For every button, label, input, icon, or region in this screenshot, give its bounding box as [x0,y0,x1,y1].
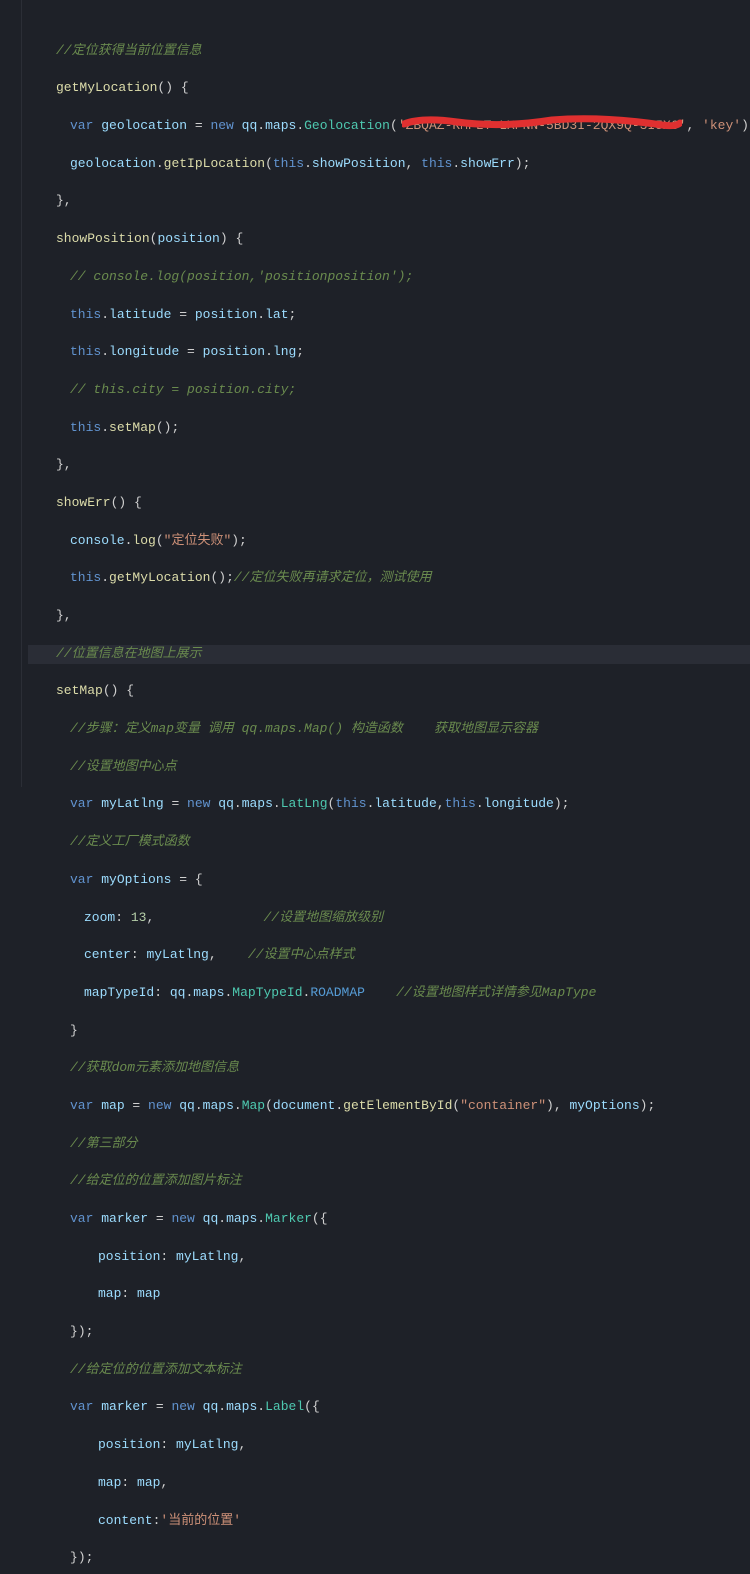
code-line: var map = new qq.maps.Map(document.getEl… [28,1097,750,1116]
fn-showPosition: showPosition [56,231,150,246]
fn-showErr: showErr [56,495,111,510]
editor-root: //定位获得当前位置信息 getMyLocation() { var geolo… [0,0,750,787]
code-line: this.longitude = position.lng; [28,343,750,362]
code-line: var geolocation = new qq.maps.Geolocatio… [28,117,750,136]
code-line: this.getMyLocation();//定位失败再请求定位，测试使用 [28,569,750,588]
code-line: map: map, [28,1474,750,1493]
code-line: } [28,1022,750,1041]
code-line: //设置地图中心点 [28,758,750,777]
code-line: }, [28,607,750,626]
code-line: //获取dom元素添加地图信息 [28,1059,750,1078]
code-line: map: map [28,1285,750,1304]
code-line: // this.city = position.city; [28,381,750,400]
code-line: zoom: 13, //设置地图缩放级别 [28,909,750,928]
code-line: position: myLatlng, [28,1248,750,1267]
code-line: this.setMap(); [28,419,750,438]
redacted-api-key: ZBQAZ-RMPLT-LXPNN-5BD3I-2QX9Q-3I5X6 [406,117,679,136]
code-line: //步骤：定义map变量 调用 qq.maps.Map() 构造函数 获取地图显… [28,720,750,739]
code-line-active: //位置信息在地图上展示 [28,645,750,664]
code-line: position: myLatlng, [28,1436,750,1455]
gutter [0,0,22,787]
fn-getMyLocation: getMyLocation [56,80,157,95]
code-line: geolocation.getIpLocation(this.showPosit… [28,155,750,174]
code-line: }); [28,1323,750,1342]
code-line: }, [28,192,750,211]
code-line: var myOptions = { [28,871,750,890]
code-line: showPosition(position) { [28,230,750,249]
code-area[interactable]: //定位获得当前位置信息 getMyLocation() { var geolo… [22,0,750,787]
code-line: }); [28,1549,750,1568]
code-line: this.latitude = position.lat; [28,306,750,325]
code-line: var marker = new qq.maps.Label({ [28,1398,750,1417]
code-line: //给定位的位置添加文本标注 [28,1361,750,1380]
code-line: //定位获得当前位置信息 [28,42,750,61]
code-line: var myLatlng = new qq.maps.LatLng(this.l… [28,795,750,814]
code-line: setMap() { [28,682,750,701]
fn-setMap: setMap [56,683,103,698]
code-line: //第三部分 [28,1135,750,1154]
code-line: //给定位的位置添加图片标注 [28,1172,750,1191]
code-line: var marker = new qq.maps.Marker({ [28,1210,750,1229]
code-line: center: myLatlng, //设置中心点样式 [28,946,750,965]
code-line: console.log("定位失败"); [28,532,750,551]
code-line: //定义工厂模式函数 [28,833,750,852]
code-line: content:'当前的位置' [28,1512,750,1531]
code-line: getMyLocation() { [28,79,750,98]
code-line: mapTypeId: qq.maps.MapTypeId.ROADMAP //设… [28,984,750,1003]
comment-locate: //定位获得当前位置信息 [56,43,202,58]
code-line: showErr() { [28,494,750,513]
code-line: }, [28,456,750,475]
code-line: // console.log(position,'positionpositio… [28,268,750,287]
